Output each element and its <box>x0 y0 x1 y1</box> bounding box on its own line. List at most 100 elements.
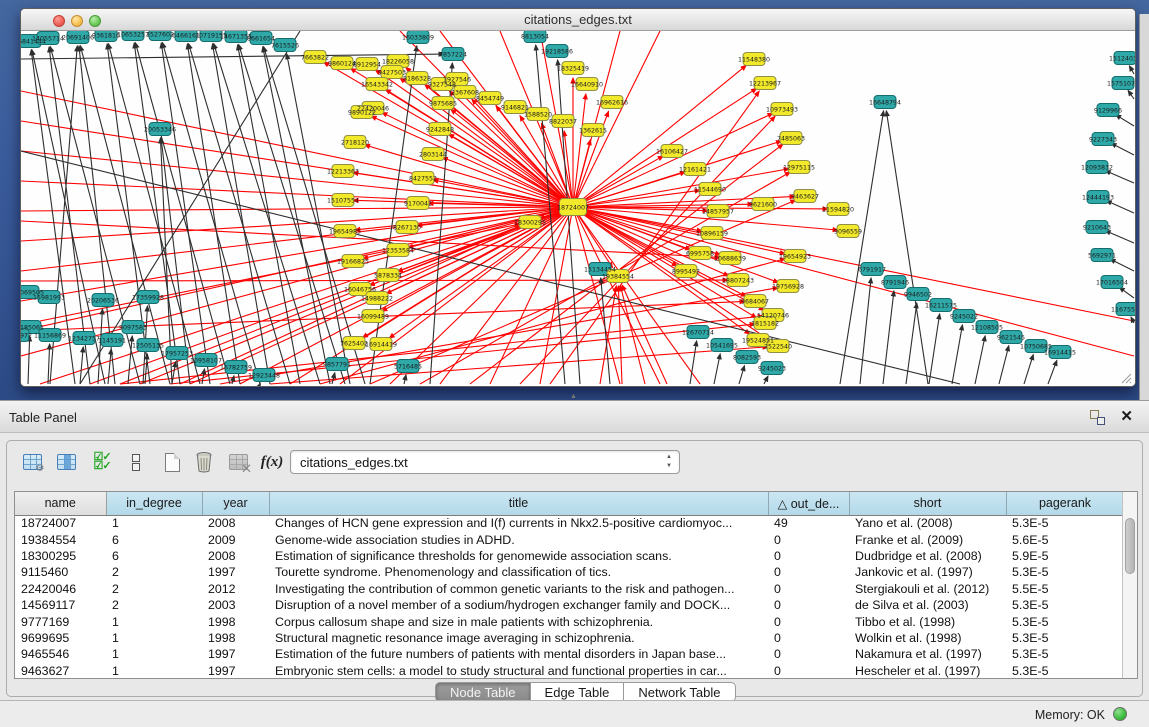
table-cell: 6 <box>106 531 202 547</box>
scrollbar-thumb[interactable] <box>1125 518 1135 574</box>
graph-node-label: 8661654 <box>247 35 275 42</box>
graph-node-label: 8454749 <box>476 95 504 102</box>
network-window-titlebar[interactable]: citations_edges.txt <box>21 9 1135 31</box>
graph-node-label: 8082593 <box>733 354 761 361</box>
table-row[interactable]: 1872400712008Changes of HCN gene express… <box>15 515 1124 531</box>
table-cell: 0 <box>768 531 849 547</box>
table-cell: 19384554 <box>15 531 106 547</box>
column-header-year[interactable]: year <box>202 492 269 515</box>
graph-edge-black <box>370 46 417 384</box>
network-window[interactable]: citations_edges.txt 16841444140557142069… <box>20 8 1136 387</box>
graph-node-label: 2522540 <box>764 343 792 350</box>
graph-node-label: 9245022 <box>950 313 978 320</box>
table-cell: 0 <box>768 613 849 629</box>
graph-node-label: 5716485 <box>394 363 422 370</box>
column-header-pagerank[interactable]: pagerank <box>1006 492 1124 515</box>
select-rows-button[interactable]: ☑✓☑✓ <box>89 449 115 475</box>
column-header-short[interactable]: short <box>849 492 1006 515</box>
splitter-collapse-icon[interactable]: ▲ <box>570 393 577 400</box>
node-table[interactable]: namein_degreeyeartitle△ out_de...shortpa… <box>14 491 1138 679</box>
table-settings-button[interactable]: ⚙ <box>19 449 45 475</box>
table-row[interactable]: 1938455462009Genome-wide association stu… <box>15 531 1124 547</box>
graph-edge-black <box>172 362 176 384</box>
table-cell: 1998 <box>202 613 269 629</box>
table-row[interactable]: 1456911722003Disruption of a novel membe… <box>15 597 1124 613</box>
table-toolbar: ⚙ ☑✓☑✓ <box>13 449 1113 479</box>
citation-network-graph[interactable]: 1684144414055714206914069361816106532571… <box>21 31 1135 387</box>
graph-node-label: 15751074 <box>1107 80 1135 87</box>
tab-edge-table[interactable]: Edge Table <box>531 682 625 702</box>
table-cell: 1997 <box>202 646 269 662</box>
table-row[interactable]: 977716911998Corpus callosum shape and si… <box>15 613 1124 629</box>
table-cell: 2003 <box>202 597 269 613</box>
delete-table-button[interactable]: ⨉ <box>225 449 251 475</box>
float-panel-icon[interactable] <box>1090 410 1105 425</box>
graph-node-label: 17016504 <box>1096 279 1128 286</box>
vertical-scrollbar[interactable] <box>1122 492 1137 679</box>
show-column-button[interactable] <box>53 449 79 475</box>
graph-edge-red <box>120 316 763 384</box>
column-chooser-button[interactable] <box>123 449 149 475</box>
column-header-out_de[interactable]: △ out_de... <box>768 492 849 515</box>
tab-network-table[interactable]: Network Table <box>624 682 735 702</box>
graph-edge-black <box>1106 201 1134 213</box>
graph-node-label: 19654923 <box>779 253 811 260</box>
graph-node-label: 9890122 <box>348 109 376 116</box>
graph-node-label: 8995492 <box>672 268 700 275</box>
graph-node-label: 8791946 <box>881 279 909 286</box>
new-table-button[interactable] <box>159 449 185 475</box>
tab-node-table[interactable]: Node Table <box>435 682 531 702</box>
graph-node-label: 9170042 <box>404 200 432 207</box>
resize-grip-icon[interactable] <box>1122 374 1131 383</box>
graph-edge-red <box>573 207 700 384</box>
graph-node-label: 8912954 <box>353 61 381 68</box>
graph-node-label: 5692971 <box>1088 252 1116 259</box>
graph-edge-black <box>263 47 330 384</box>
table-cell: 5.3E-5 <box>1006 515 1124 531</box>
graph-edge-black <box>162 43 260 384</box>
graph-node-label: 10958107 <box>190 357 222 364</box>
network-canvas[interactable]: 1684144414055714206914069361816106532571… <box>21 31 1135 386</box>
graph-node-label: 16543342 <box>361 81 393 88</box>
graph-edge-black <box>21 54 444 59</box>
graph-node-label: 9621545 <box>997 334 1025 341</box>
graph-edge-black <box>929 314 940 384</box>
table-row[interactable]: 946554611997Estimation of the future num… <box>15 646 1124 662</box>
graph-node-label: 9227343 <box>1089 136 1117 143</box>
graph-node-label: 10653257 <box>117 31 149 38</box>
graph-node-label: 16962616 <box>596 99 628 106</box>
graph-node-label: 8822037 <box>549 118 577 125</box>
column-header-title[interactable]: title <box>269 492 768 515</box>
table-row[interactable]: 946362711997Embryonic stem cells: a mode… <box>15 663 1124 679</box>
graph-edge-black <box>975 336 985 384</box>
table-cell: 9115460 <box>15 564 106 580</box>
table-cell: Tibbo et al. (1998) <box>849 613 1006 629</box>
graph-node-label: 17957253 <box>161 350 193 357</box>
table-cell: 5.3E-5 <box>1006 646 1124 662</box>
graph-node-label: 9245023 <box>758 365 786 372</box>
table-row[interactable]: 911546021997Tourette syndrome. Phenomeno… <box>15 564 1124 580</box>
network-table-selector[interactable]: citations_edges.txt ▲▼ <box>290 450 680 474</box>
table-cell: 1 <box>106 663 202 679</box>
graph-node-label: 7485063 <box>777 135 805 142</box>
table-cell: Nakamura et al. (1997) <box>849 646 1006 662</box>
close-panel-icon[interactable]: ✕ <box>1120 407 1133 425</box>
graph-node-label: 16211575 <box>925 302 957 309</box>
graph-node-label: 12342757 <box>68 335 100 342</box>
graph-node-label: 9684067 <box>741 298 769 305</box>
graph-node-label: 9096559 <box>834 228 862 235</box>
delete-rows-button[interactable] <box>191 449 217 475</box>
graph-node-label: 12353584 <box>382 247 414 254</box>
table-row[interactable]: 1830029562008Estimation of significance … <box>15 548 1124 564</box>
column-header-name[interactable]: name <box>15 492 106 515</box>
table-cell: Wolkin et al. (1998) <box>849 630 1006 646</box>
table-row[interactable]: 969969511998Structural magnetic resonanc… <box>15 630 1124 646</box>
column-header-in_degree[interactable]: in_degree <box>106 492 202 515</box>
table-cell: 9463627 <box>15 663 106 679</box>
table-row[interactable]: 2242004622012Investigating the contribut… <box>15 581 1124 597</box>
table-cell: 1998 <box>202 630 269 646</box>
function-builder-button[interactable]: f(x) <box>259 449 285 475</box>
graph-node-label: 9857791 <box>323 361 351 368</box>
table-cell: Corpus callosum shape and size in male p… <box>269 613 768 629</box>
graph-node-label: 19654985 <box>329 228 361 235</box>
